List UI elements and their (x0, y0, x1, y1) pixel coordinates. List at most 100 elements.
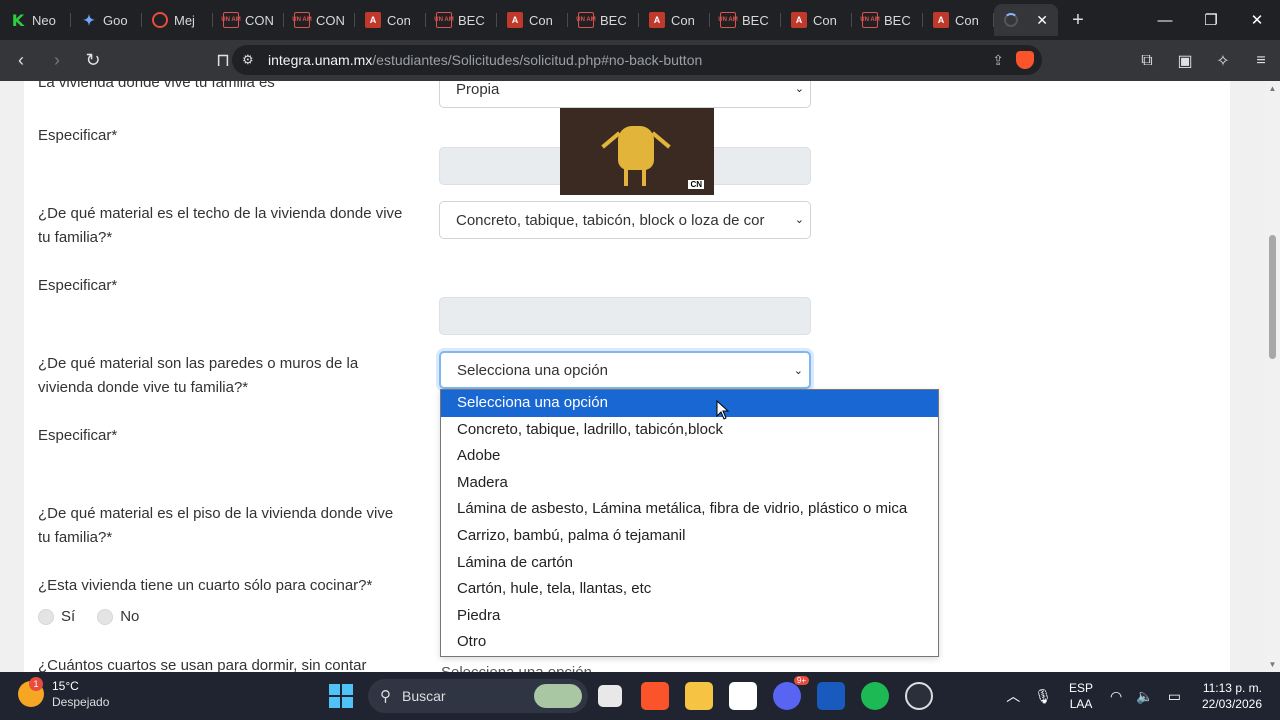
unam-icon: UN AM (576, 12, 596, 28)
browser-tab[interactable]: UN AM BEC (710, 4, 781, 36)
close-window-button[interactable]: ✕ (1234, 0, 1280, 40)
dropdown-option[interactable]: Concreto, tabique, ladrillo, tabicón,blo… (441, 417, 938, 444)
task-view-icon[interactable] (598, 685, 622, 707)
unam-icon: UN AM (434, 12, 454, 28)
new-tab-button[interactable]: + (1058, 9, 1098, 32)
obs-icon[interactable] (905, 682, 933, 710)
browser-tab[interactable]: A Con (355, 4, 426, 36)
brave-browser-icon[interactable] (641, 682, 669, 710)
extensions-icon[interactable]: ⧉ (1128, 52, 1166, 70)
browser-tab[interactable]: UN AM CON (284, 4, 355, 36)
forward-button[interactable]: › (42, 46, 72, 76)
page-content: La vivienda donde vive tu familia es Pro… (0, 81, 1280, 672)
dropdown-option[interactable]: Lámina de asbesto, Lámina metálica, fibr… (441, 496, 938, 523)
menu-icon[interactable]: ≡ (1242, 52, 1280, 70)
weather-sun-icon: 1 (18, 677, 44, 707)
tab-strip: K Neo ✦ Goo Mej UN AM CON UN AM CON A Con UN AM BEC A… (0, 0, 1280, 40)
start-button-icon[interactable] (329, 684, 353, 708)
tab-label: Con (813, 12, 837, 28)
pdf-icon: A (507, 12, 523, 28)
dropdown-option[interactable]: Otro (441, 629, 938, 656)
weather-widget[interactable]: 1 15°C Despejado (18, 677, 110, 710)
system-tray: ︿ 🎙 ESP LAA ◠ 🔈 ▭ 11:13 p. m. 22/03/2026 (999, 672, 1280, 720)
dropdown-option[interactable]: Cartón, hule, tela, llantas, etc (441, 576, 938, 603)
browser-tab[interactable]: A Con (781, 4, 852, 36)
chevron-up-icon[interactable]: ︿ (1006, 686, 1020, 706)
wallet-icon[interactable]: ▣ (1166, 51, 1204, 71)
browser-tab[interactable]: A Con (923, 4, 994, 36)
spotify-icon[interactable] (861, 682, 889, 710)
scroll-up-icon[interactable]: ▲ (1265, 81, 1280, 96)
tab-label: Con (387, 12, 411, 28)
browser-tab[interactable]: UN AM BEC (568, 4, 639, 36)
dropdown-option[interactable]: Lámina de cartón (441, 550, 938, 577)
discord-icon[interactable]: 9+ (773, 676, 809, 710)
dropdown-option[interactable]: Madera (441, 470, 938, 497)
especificar-label-3: Especificar* (38, 427, 118, 444)
techo-select[interactable]: Concreto, tabique, tabicón, block o loza… (439, 201, 811, 239)
browser-toolbar: ‹ › ↻ ⊓ ⚙ integra.unam.mx/estudiantes/So… (0, 40, 1280, 81)
unam-icon: UN AM (860, 12, 880, 28)
file-explorer-icon[interactable] (685, 682, 713, 710)
browser-tab[interactable]: K Neo (0, 4, 71, 36)
browser-tab[interactable]: UN AM CON (213, 4, 284, 36)
cartoon-gif-image: CN (560, 108, 714, 195)
share-icon[interactable]: ⇪ (992, 52, 1004, 69)
close-tab-icon[interactable]: ✕ (1036, 12, 1048, 29)
word-icon[interactable] (817, 682, 845, 710)
dropdown-option[interactable]: Selecciona una opción (441, 390, 938, 417)
radio-no[interactable] (97, 608, 114, 625)
browser-tab[interactable]: UN AM BEC (852, 4, 923, 36)
unam-icon: UN AM (718, 12, 738, 28)
tab-label: CON (316, 12, 345, 28)
volume-icon[interactable]: 🔈 (1136, 688, 1153, 705)
clock[interactable]: 11:13 p. m. 22/03/2026 (1202, 680, 1262, 712)
weather-condition: Despejado (52, 695, 110, 709)
tab-active[interactable]: ✕ (994, 4, 1058, 36)
battery-icon[interactable]: ▭ (1168, 688, 1181, 705)
snipping-tool-icon[interactable] (729, 682, 757, 710)
pdf-icon: A (365, 12, 381, 28)
dropdown-option[interactable]: Piedra (441, 603, 938, 630)
especificar-input-2 (439, 297, 811, 335)
cocina-radio-group: Sí No (38, 608, 139, 625)
wifi-icon[interactable]: ◠ (1110, 688, 1122, 705)
paredes-select[interactable]: Selecciona una opción ⌄ (439, 351, 811, 389)
address-bar[interactable]: ⚙ integra.unam.mx/estudiantes/Solicitude… (232, 45, 1042, 75)
taskbar-search[interactable]: ⚲ Buscar (368, 679, 588, 713)
tab-label: Con (671, 12, 695, 28)
vivienda-label: La vivienda donde vive tu familia es (38, 81, 275, 91)
vivienda-select[interactable]: Propia ⌄ (439, 81, 811, 108)
site-settings-icon[interactable]: ⚙ (242, 52, 268, 68)
dropdown-option[interactable]: Carrizo, bambú, palma ó tejamanil (441, 523, 938, 550)
radio-si[interactable] (38, 608, 54, 625)
scroll-down-icon[interactable]: ▼ (1265, 657, 1280, 672)
back-button[interactable]: ‹ (6, 46, 36, 76)
url-text[interactable]: integra.unam.mx/estudiantes/Solicitudes/… (268, 52, 702, 68)
browser-tab[interactable]: A Con (639, 4, 710, 36)
leo-ai-icon[interactable]: ✧ (1204, 51, 1242, 71)
radio-si-label: Sí (61, 608, 76, 625)
page-scrollbar[interactable]: ▲ ▼ (1265, 81, 1280, 672)
paredes-label: ¿De qué material son las paredes o muros… (38, 355, 359, 396)
browser-tab[interactable]: Mej (142, 4, 213, 36)
restore-button[interactable]: ❐ (1188, 0, 1234, 40)
dropdown-option[interactable]: Adobe (441, 443, 938, 470)
browser-tab[interactable]: A Con (497, 4, 568, 36)
browser-tab[interactable]: ✦ Goo (71, 4, 142, 36)
brave-shields-icon[interactable] (1016, 51, 1034, 69)
windows-taskbar: 1 15°C Despejado ⚲ Buscar 9+ ︿ 🎙 ESP LAA… (0, 672, 1280, 720)
vivienda-select-value: Propia (456, 81, 500, 98)
especificar-label-2: Especificar* (38, 277, 118, 294)
tab-label: Mej (174, 12, 195, 28)
language-indicator[interactable]: ESP LAA (1069, 680, 1093, 712)
microphone-icon[interactable]: 🎙 (1034, 688, 1052, 705)
browser-tab[interactable]: UN AM BEC (426, 4, 497, 36)
tab-list: K Neo ✦ Goo Mej UN AM CON UN AM CON A Con UN AM BEC A… (0, 4, 994, 36)
tab-label: BEC (884, 12, 911, 28)
reload-button[interactable]: ↻ (78, 46, 108, 76)
tab-label: BEC (458, 12, 485, 28)
minimize-button[interactable]: — (1142, 0, 1188, 40)
scrollbar-thumb[interactable] (1269, 235, 1276, 359)
gemini-star-icon: ✦ (83, 11, 95, 28)
